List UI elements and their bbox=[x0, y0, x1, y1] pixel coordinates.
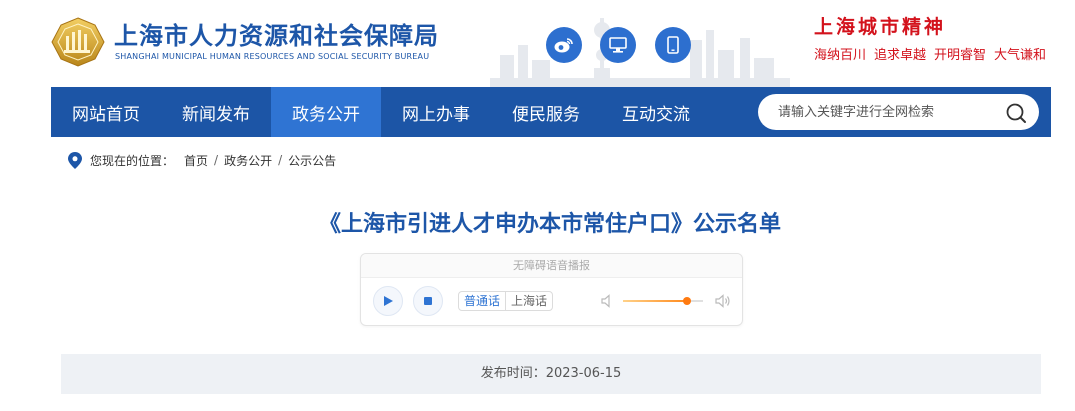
slogan-title: 上海城市精神 bbox=[814, 16, 947, 38]
slogan-item: 大气谦和 bbox=[994, 48, 1047, 63]
volume-high-icon[interactable] bbox=[715, 294, 731, 308]
main-nav: 网站首页 新闻发布 政务公开 网上办事 便民服务 互动交流 bbox=[51, 87, 1051, 137]
slogan-item: 追求卓越 bbox=[874, 48, 927, 63]
breadcrumb-separator: / bbox=[278, 153, 283, 167]
play-icon bbox=[384, 296, 393, 306]
bureau-logo-icon[interactable] bbox=[50, 16, 106, 68]
breadcrumb-item-announcements[interactable]: 公示公告 bbox=[288, 152, 336, 169]
slogan-item: 海纳百川 bbox=[814, 48, 867, 63]
weibo-icon[interactable] bbox=[546, 27, 582, 63]
nav-item-online-services[interactable]: 网上办事 bbox=[381, 87, 491, 137]
breadcrumb-item-government-affairs[interactable]: 政务公开 bbox=[224, 152, 272, 169]
publish-label: 发布时间： bbox=[480, 366, 546, 381]
site-header: 上海市人力资源和社会保障局 SHANGHAI MUNICIPAL HUMAN R… bbox=[0, 0, 1075, 87]
site-title[interactable]: 上海市人力资源和社会保障局 bbox=[114, 16, 439, 51]
search-input[interactable] bbox=[778, 94, 998, 130]
breadcrumb-label: 您现在的位置： bbox=[90, 153, 175, 168]
volume-slider[interactable] bbox=[623, 297, 703, 305]
breadcrumb-item-home[interactable]: 首页 bbox=[184, 152, 208, 169]
audio-player-title: 无障碍语音播报 bbox=[361, 254, 742, 278]
publish-date: 2023-06-15 bbox=[545, 366, 622, 381]
volume-low-icon[interactable] bbox=[601, 294, 613, 308]
breadcrumb-separator: / bbox=[214, 153, 219, 167]
volume-slider-fill bbox=[623, 300, 687, 302]
nav-item-government-affairs[interactable]: 政务公开 bbox=[271, 87, 381, 137]
site-subtitle: SHANGHAI MUNICIPAL HUMAN RESOURCES AND S… bbox=[115, 52, 430, 61]
lang-shanghainese-button[interactable]: 上海话 bbox=[506, 292, 552, 310]
mobile-icon[interactable] bbox=[655, 27, 691, 63]
search-box bbox=[758, 94, 1039, 130]
publish-info-bar: 发布时间：2023-06-15 bbox=[61, 354, 1041, 394]
breadcrumb: 您现在的位置： 首页 / 政务公开 / 公示公告 bbox=[68, 150, 336, 170]
desktop-icon[interactable] bbox=[600, 27, 636, 63]
slogan-text: 海纳百川 追求卓越 开明睿智 大气谦和 bbox=[814, 44, 1054, 63]
language-selector: 普通话 上海话 bbox=[458, 291, 554, 311]
nav-item-interaction[interactable]: 互动交流 bbox=[601, 87, 711, 137]
nav-item-home[interactable]: 网站首页 bbox=[51, 87, 161, 137]
play-button[interactable] bbox=[373, 286, 403, 316]
city-skyline-illustration bbox=[490, 18, 790, 87]
stop-icon bbox=[424, 297, 432, 305]
search-icon[interactable] bbox=[1005, 102, 1027, 124]
lang-mandarin-button[interactable]: 普通话 bbox=[459, 292, 507, 310]
stop-button[interactable] bbox=[413, 286, 443, 316]
volume-slider-handle[interactable] bbox=[683, 297, 691, 305]
nav-item-news[interactable]: 新闻发布 bbox=[161, 87, 271, 137]
article-title: 《上海市引进人才申办本市常住户口》公示名单 bbox=[318, 212, 781, 237]
nav-item-public-services[interactable]: 便民服务 bbox=[491, 87, 601, 137]
audio-player: 无障碍语音播报 普通话 上海话 bbox=[360, 253, 743, 326]
location-pin-icon bbox=[68, 151, 82, 169]
slogan-item: 开明睿智 bbox=[934, 48, 987, 63]
